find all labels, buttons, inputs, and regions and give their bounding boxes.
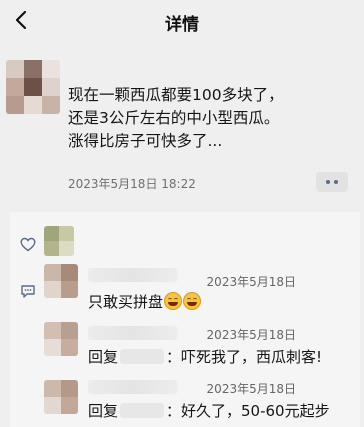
emoji-icon	[183, 292, 202, 310]
post-text: 现在一颗西瓜都要100多块了， 还是3公斤左右的中小型西瓜。 涨得比房子可快多了…	[68, 84, 358, 153]
avatar[interactable]	[44, 380, 78, 414]
page-title: 详情	[165, 15, 199, 35]
post-line: 现在一颗西瓜都要100多块了，	[68, 86, 284, 104]
more-icon	[326, 180, 338, 184]
comment-timestamp: 2023年5月18日	[206, 382, 296, 396]
avatar[interactable]	[44, 322, 78, 356]
more-button[interactable]	[316, 172, 348, 192]
comment-text: 只敢买拼盘	[88, 291, 202, 312]
post-timestamp: 2023年5月18日 18:22	[68, 177, 196, 191]
reply-prefix: 回复	[88, 402, 119, 420]
reply-prefix: 回复	[88, 348, 119, 366]
comment-body: ：好久了，50-60元起步	[166, 402, 330, 420]
reply-target-name	[120, 349, 165, 364]
emoji-icon	[164, 292, 183, 310]
avatar[interactable]	[44, 264, 78, 298]
comment-body: 只敢买拼盘	[88, 293, 164, 311]
comment-text: 回复 ：吓死我了，西瓜刺客!	[88, 346, 322, 367]
commenter-name	[88, 326, 178, 340]
comment-body: ：吓死我了，西瓜刺客!	[166, 348, 323, 366]
commenter-name	[88, 268, 178, 282]
top-bar: 详情	[0, 0, 364, 42]
comment-icon	[21, 285, 35, 298]
comment-text: 回复 ：好久了，50-60元起步	[88, 400, 330, 421]
reply-target-name	[120, 403, 165, 418]
avatar[interactable]	[44, 226, 74, 256]
avatar[interactable]	[6, 60, 60, 114]
post-line: 涨得比房子可快多了...	[68, 132, 223, 150]
post-line: 还是3公斤左右的中小型西瓜。	[68, 109, 280, 127]
like-icon	[20, 237, 36, 252]
commenter-name	[88, 380, 178, 394]
comment-timestamp: 2023年5月18日	[206, 275, 296, 289]
comment-timestamp: 2023年5月18日	[206, 328, 296, 342]
